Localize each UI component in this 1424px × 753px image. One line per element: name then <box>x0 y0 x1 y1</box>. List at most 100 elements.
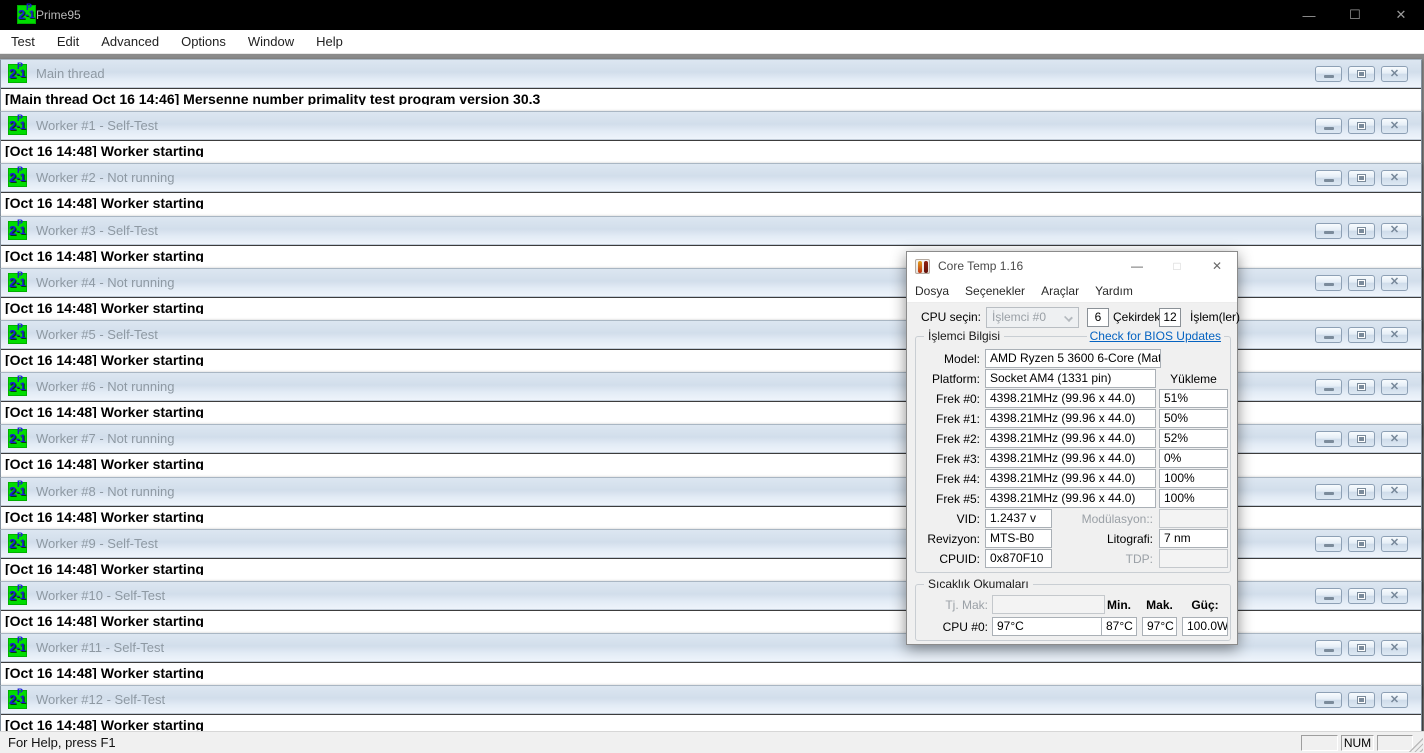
minimize-button[interactable] <box>1315 222 1342 239</box>
minimize-icon <box>1323 74 1334 78</box>
prime95-icon: 2 P -1 <box>8 374 27 397</box>
menu-options[interactable]: Options <box>170 30 237 54</box>
menu-window[interactable]: Window <box>237 30 305 54</box>
minimize-button[interactable] <box>1315 118 1342 135</box>
minimize-button[interactable] <box>1315 66 1342 82</box>
close-button[interactable]: ✕ <box>1197 252 1237 280</box>
menu-secenekler[interactable]: Seçenekler <box>957 284 1033 298</box>
restore-button[interactable] <box>1348 431 1375 448</box>
minimize-button[interactable] <box>1315 327 1342 343</box>
restore-button[interactable] <box>1348 379 1375 396</box>
minimize-icon <box>1323 648 1334 652</box>
menu-test[interactable]: Test <box>0 30 46 54</box>
close-icon: ✕ <box>1389 485 1400 498</box>
menu-help[interactable]: Help <box>305 30 354 54</box>
mdi-window-title: Worker #3 - Self-Test <box>36 222 158 238</box>
prime95-icon: 2 P -1 <box>8 217 27 240</box>
close-icon: ✕ <box>1389 67 1400 80</box>
minimize-button[interactable] <box>1315 274 1342 291</box>
close-button[interactable]: ✕ <box>1381 431 1408 448</box>
restore-icon <box>1357 592 1366 600</box>
load5-value: 100% <box>1159 489 1228 508</box>
close-button[interactable]: ✕ <box>1381 535 1408 552</box>
log-area[interactable]: [Main thread Oct 16 14:46] Mersenne numb… <box>1 88 1421 105</box>
minimize-button[interactable]: — <box>1117 252 1157 280</box>
restore-icon <box>1357 174 1366 183</box>
thread-count-label: İşlem(ler) <box>1190 310 1240 324</box>
restore-button[interactable] <box>1348 535 1375 552</box>
close-icon: ✕ <box>1389 432 1400 445</box>
mdi-titlebar[interactable]: 2 P -1 Worker #1 - Self-Test ✕ <box>1 112 1421 141</box>
restore-button[interactable] <box>1348 66 1375 82</box>
freq0-value: 4398.21MHz (99.96 x 44.0) <box>985 389 1156 408</box>
close-button[interactable]: ✕ <box>1381 66 1408 82</box>
bios-updates-link[interactable]: Check for BIOS Updates <box>1086 329 1224 343</box>
mdi-titlebar[interactable]: 2 P -1 Main thread ✕ <box>1 60 1421 88</box>
mdi-titlebar[interactable]: 2 P -1 Worker #3 - Self-Test ✕ <box>1 216 1421 245</box>
minimize-button[interactable] <box>1315 170 1342 187</box>
close-button[interactable]: ✕ <box>1381 692 1408 709</box>
resize-grip[interactable] <box>1409 738 1423 752</box>
processor-info-group-title: İşlemci Bilgisi <box>924 329 1005 343</box>
minimize-button[interactable] <box>1315 640 1342 657</box>
load1-value: 50% <box>1159 409 1228 428</box>
coretemp-titlebar[interactable]: Core Temp 1.16 — □ ✕ <box>907 252 1237 280</box>
close-button[interactable]: ✕ <box>1381 327 1408 343</box>
load2-value: 52% <box>1159 429 1228 448</box>
cpu0-temp-label: CPU #0: <box>942 620 988 634</box>
close-button[interactable]: ✕ <box>1378 0 1424 30</box>
minimize-button[interactable] <box>1315 588 1342 604</box>
minimize-button[interactable] <box>1315 692 1342 709</box>
restore-button[interactable] <box>1348 327 1375 343</box>
prime95-icon: 2 P -1 <box>8 530 27 553</box>
maximize-button[interactable]: ☐ <box>1332 0 1378 30</box>
restore-button[interactable] <box>1348 222 1375 239</box>
restore-button[interactable] <box>1348 692 1375 709</box>
menu-edit[interactable]: Edit <box>46 30 90 54</box>
cpu-select-label: CPU seçin: <box>921 310 982 324</box>
restore-button[interactable] <box>1348 483 1375 500</box>
maximize-button[interactable]: □ <box>1157 252 1197 280</box>
mdi-window-title: Worker #8 - Not running <box>36 483 175 499</box>
mdi-window-worker-12: 2 P -1 Worker #12 - Self-Test ✕ [Oct 16 14… <box>0 685 1422 731</box>
minimize-button[interactable] <box>1315 483 1342 500</box>
revision-label: Revizyon: <box>927 532 980 546</box>
close-button[interactable]: ✕ <box>1381 588 1408 604</box>
minimize-button[interactable] <box>1315 379 1342 396</box>
mdi-window-title: Main thread <box>36 66 105 81</box>
restore-button[interactable] <box>1348 640 1375 657</box>
menu-araclar[interactable]: Araçlar <box>1033 284 1087 298</box>
restore-button[interactable] <box>1348 118 1375 135</box>
restore-button[interactable] <box>1348 588 1375 604</box>
mdi-titlebar[interactable]: 2 P -1 Worker #2 - Not running ✕ <box>1 164 1421 193</box>
close-button[interactable]: ✕ <box>1381 483 1408 500</box>
restore-button[interactable] <box>1348 170 1375 187</box>
close-button[interactable]: ✕ <box>1381 170 1408 187</box>
minimize-button[interactable] <box>1315 431 1342 448</box>
log-area[interactable]: [Oct 16 14:48] Worker starting <box>1 714 1421 731</box>
mdi-titlebar[interactable]: 2 P -1 Worker #12 - Self-Test ✕ <box>1 686 1421 715</box>
menu-dosya[interactable]: Dosya <box>907 284 957 298</box>
close-button[interactable]: ✕ <box>1381 118 1408 135</box>
close-button[interactable]: ✕ <box>1381 274 1408 291</box>
platform-value: Socket AM4 (1331 pin) <box>985 369 1156 388</box>
cpu0-power: 100.0W <box>1182 617 1228 636</box>
close-button[interactable]: ✕ <box>1381 640 1408 657</box>
restore-icon <box>1357 644 1366 653</box>
close-button[interactable]: ✕ <box>1381 379 1408 396</box>
close-button[interactable]: ✕ <box>1381 222 1408 239</box>
mdi-window-title: Worker #1 - Self-Test <box>36 118 158 134</box>
minimize-icon <box>1323 126 1334 130</box>
menu-advanced[interactable]: Advanced <box>90 30 170 54</box>
log-area[interactable]: [Oct 16 14:48] Worker starting <box>1 140 1421 158</box>
log-area[interactable]: [Oct 16 14:48] Worker starting <box>1 662 1421 680</box>
cpu-select-dropdown[interactable]: İşlemci #0 <box>986 307 1079 328</box>
menu-yardim[interactable]: Yardım <box>1087 284 1141 298</box>
lithography-label: Litografi: <box>1106 532 1153 546</box>
freq2-label: Frek #2: <box>935 432 980 446</box>
log-area[interactable]: [Oct 16 14:48] Worker starting <box>1 192 1421 210</box>
minimize-button[interactable] <box>1315 535 1342 552</box>
restore-button[interactable] <box>1348 274 1375 291</box>
restore-icon <box>1357 539 1366 548</box>
minimize-button[interactable]: — <box>1286 0 1332 30</box>
